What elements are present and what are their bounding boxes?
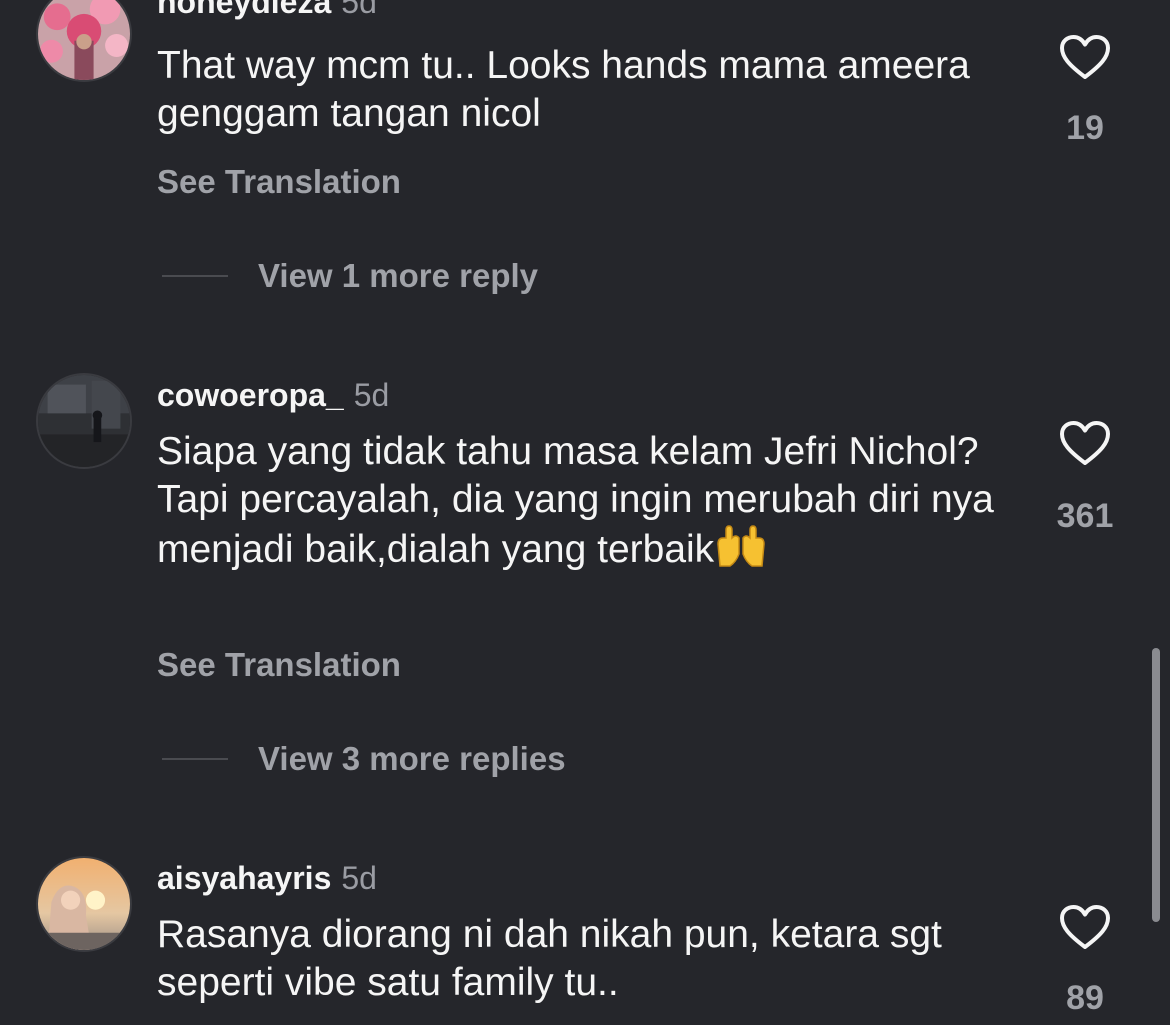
scrollbar[interactable] — [1152, 648, 1160, 922]
like-count: 89 — [1066, 979, 1104, 1017]
username[interactable]: honeydieza — [157, 0, 331, 20]
like-count: 361 — [1056, 497, 1114, 535]
comment-meta: aisyahayris 5d — [157, 858, 377, 898]
username[interactable]: cowoeropa_ — [157, 377, 344, 413]
avatar[interactable] — [36, 0, 132, 82]
raising-hands-emoji-icon — [714, 524, 768, 568]
see-translation-link[interactable]: See Translation — [157, 162, 401, 202]
comment-meta: cowoeropa_ 5d — [157, 375, 389, 415]
username[interactable]: aisyahayris — [157, 860, 331, 896]
comment-text: That way mcm tu.. Looks hands mama ameer… — [157, 44, 970, 135]
view-replies-label: View 1 more reply — [258, 257, 539, 294]
view-replies-button[interactable]: View 1 more reply — [162, 256, 538, 296]
comment-text: Siapa yang tidak tahu masa kelam Jefri N… — [157, 428, 1017, 574]
heart-outline-icon[interactable] — [1059, 34, 1111, 80]
view-replies-label: View 3 more replies — [258, 740, 566, 777]
timestamp: 5d — [341, 860, 377, 896]
replies-divider — [162, 758, 228, 760]
replies-divider — [162, 275, 228, 277]
heart-outline-icon[interactable] — [1059, 904, 1111, 950]
dark-night-street-avatar-icon — [38, 375, 130, 467]
comment-text-content: Siapa yang tidak tahu masa kelam Jefri N… — [157, 430, 994, 571]
like-count: 19 — [1066, 109, 1104, 147]
view-replies-button[interactable]: View 3 more replies — [162, 739, 566, 779]
see-translation-link[interactable]: See Translation — [157, 645, 401, 685]
sunset-hijab-avatar-icon — [38, 858, 130, 950]
avatar[interactable] — [36, 373, 132, 469]
comment-text: Rasanya diorang ni dah nikah pun, ketara… — [157, 913, 942, 1004]
comment-meta: honeydieza 5d — [157, 0, 377, 22]
timestamp: 5d — [341, 0, 377, 20]
avatar[interactable] — [36, 856, 132, 952]
timestamp: 5d — [353, 377, 390, 413]
pink-floral-avatar-icon — [38, 0, 130, 80]
heart-outline-icon[interactable] — [1059, 420, 1111, 466]
